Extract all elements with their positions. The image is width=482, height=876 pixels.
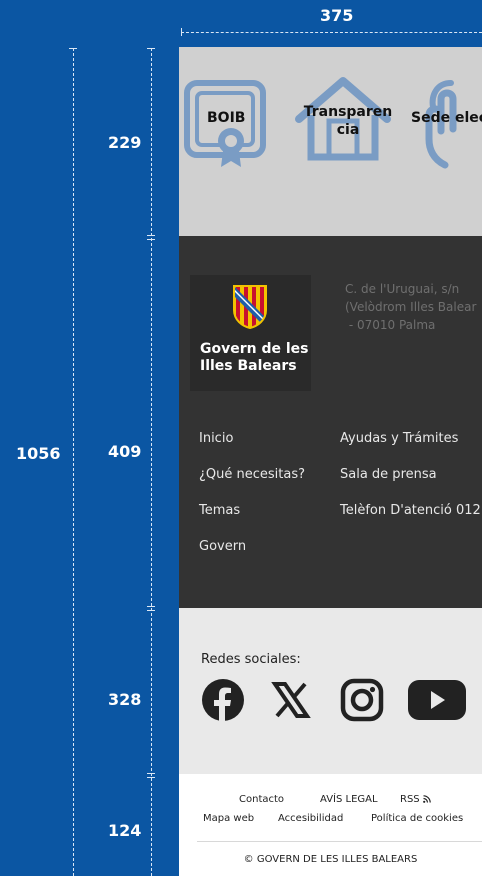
section-height-line	[151, 48, 152, 876]
quick-link-boib[interactable]: BOIB	[183, 79, 273, 169]
section-tick-1b	[147, 239, 155, 240]
coat-of-arms-icon	[233, 285, 267, 330]
instagram-icon[interactable]	[340, 678, 384, 722]
legal-link-accesibilidad[interactable]: Accesibilidad	[278, 813, 343, 824]
quick-link-label: Transparen cia	[303, 104, 393, 138]
social-title: Redes sociales:	[201, 652, 301, 667]
legal-section: Contacto AVÍS LEGAL RSS Mapa web Accesib…	[179, 774, 482, 876]
footer-main: Govern de les Illes Balears C. de l'Urug…	[179, 236, 482, 608]
quick-link-sede[interactable]: Sede elec	[407, 79, 482, 169]
rss-icon	[422, 795, 431, 803]
quick-links-band: BOIB Transparen cia Sede elec	[179, 47, 482, 236]
total-height-line	[73, 48, 74, 876]
quick-link-label: BOIB	[207, 110, 246, 126]
section-height-label-3: 328	[108, 690, 142, 709]
mobile-preview: BOIB Transparen cia Sede elec Govern de …	[179, 47, 482, 876]
footer-link-temas[interactable]: Temas	[199, 503, 240, 518]
legal-link-contacto[interactable]: Contacto	[239, 794, 284, 805]
section-height-label-4: 124	[108, 821, 142, 840]
section-tick-top	[147, 48, 155, 49]
address-block: C. de l'Uruguai, s/n (Velòdrom Illes Bal…	[345, 280, 482, 334]
youtube-icon[interactable]	[407, 678, 467, 722]
address-line: (Velòdrom Illes Balear	[345, 300, 477, 314]
section-tick-3b	[147, 777, 155, 778]
address-line: - 07010 Palma	[345, 318, 436, 332]
legal-link-cookies[interactable]: Política de cookies	[371, 813, 463, 824]
total-height-label: 1056	[16, 444, 61, 463]
footer-link-telefon[interactable]: Telèfon D'atenció 012	[340, 503, 481, 518]
footer-link-ayudas[interactable]: Ayudas y Trámites	[340, 431, 458, 446]
section-tick-1	[147, 235, 155, 236]
footer-link-sala-prensa[interactable]: Sala de prensa	[340, 467, 437, 482]
legal-link-avis-legal[interactable]: AVÍS LEGAL	[320, 794, 378, 805]
x-twitter-icon[interactable]	[271, 678, 311, 722]
section-tick-3	[147, 773, 155, 774]
quick-link-transparencia[interactable]: Transparen cia	[293, 75, 393, 165]
facebook-icon[interactable]	[201, 678, 245, 722]
logo-text: Govern de les Illes Balears	[200, 341, 309, 374]
width-dimension-label: 375	[320, 6, 354, 25]
section-tick-2b	[147, 610, 155, 611]
legal-link-rss[interactable]: RSS	[400, 794, 431, 805]
legal-link-mapa-web[interactable]: Mapa web	[203, 813, 254, 824]
total-height-tick	[69, 48, 77, 49]
govern-logo[interactable]: Govern de les Illes Balears	[190, 275, 311, 391]
legal-divider	[197, 841, 482, 842]
footer-link-govern[interactable]: Govern	[199, 539, 246, 554]
section-height-label-1: 229	[108, 133, 142, 152]
rss-label: RSS	[400, 794, 420, 805]
section-height-label-2: 409	[108, 442, 142, 461]
copyright-text: © GOVERN DE LES ILLES BALEARS	[243, 854, 418, 865]
footer-link-que-necesitas[interactable]: ¿Qué necesitas?	[199, 467, 305, 482]
quick-link-label: Sede elec	[411, 110, 482, 126]
width-dimension-line	[181, 32, 482, 33]
social-section: Redes sociales:	[179, 608, 482, 774]
address-line: C. de l'Uruguai, s/n	[345, 282, 460, 296]
width-dimension-tick	[181, 28, 182, 36]
footer-link-inicio[interactable]: Inicio	[199, 431, 233, 446]
section-tick-2	[147, 606, 155, 607]
